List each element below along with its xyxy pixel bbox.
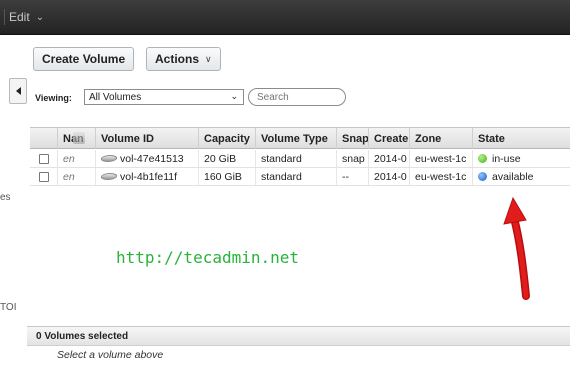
viewing-select-value: All Volumes	[89, 91, 142, 103]
volumes-console: { "topbar": { "edit_label": "Edit" }, "s…	[0, 0, 570, 365]
actions-label: Actions	[155, 52, 200, 66]
table-row[interactable]: en vol-4b1fe11f 160 GiB standard -- 2014…	[30, 168, 570, 186]
sidebar-item-fragment[interactable]: TOI	[0, 302, 16, 313]
column-header-volume-id[interactable]: Volume ID	[96, 128, 199, 149]
name-cell: en	[58, 150, 96, 167]
column-header-volume-type[interactable]: Volume Type	[256, 128, 337, 149]
collapse-sidebar-button[interactable]	[9, 78, 27, 104]
column-header-state[interactable]: State	[473, 128, 570, 149]
filter-bar: Viewing: All Volumes ⌄	[27, 87, 570, 111]
create-volume-button[interactable]: Create Volume	[33, 47, 135, 71]
chevron-down-icon: ⌄	[230, 91, 238, 101]
actions-button[interactable]: Actions ∨	[146, 47, 221, 71]
edit-menu[interactable]: Edit ⌄	[9, 10, 44, 24]
zone-cell: eu-west-1c	[410, 168, 473, 185]
column-header-capacity[interactable]: Capacity	[199, 128, 256, 149]
sidebar-item-fragment[interactable]: es	[0, 192, 11, 203]
column-header-snapshot[interactable]: Snap	[337, 128, 369, 149]
capacity-cell: 160 GiB	[199, 168, 256, 185]
volume-id-text: vol-47e41513	[120, 152, 184, 165]
volume-id-cell: vol-4b1fe11f	[96, 168, 199, 185]
select-column-header	[30, 128, 58, 149]
viewing-label: Viewing:	[35, 93, 72, 103]
zone-cell: eu-west-1c	[410, 150, 473, 167]
row-select-cell	[30, 150, 58, 167]
red-arrow-annotation	[503, 196, 530, 300]
menu-divider	[4, 9, 5, 25]
triangle-left-icon	[15, 87, 21, 95]
search-input[interactable]	[248, 88, 346, 106]
state-cell: in-use	[473, 150, 570, 167]
selected-count-text: 0 Volumes selected	[36, 331, 129, 342]
volume-id-cell: vol-47e41513	[96, 150, 199, 167]
selection-status-bar: 0 Volumes selected	[27, 326, 570, 346]
in-use-status-icon	[478, 154, 487, 163]
volume-type-cell: standard	[256, 150, 337, 167]
capacity-cell: 20 GiB	[199, 150, 256, 167]
watermark-text: http://tecadmin.net	[116, 248, 300, 267]
volume-id-text: vol-4b1fe11f	[120, 170, 178, 183]
volume-icon	[99, 155, 119, 162]
top-navigation-bar: Edit ⌄	[0, 0, 570, 35]
select-volume-hint: Select a volume above	[57, 349, 164, 361]
table-row[interactable]: en vol-47e41513 20 GiB standard snap 201…	[30, 150, 570, 168]
column-header-created[interactable]: Create	[369, 128, 410, 149]
created-cell: 2014-0	[369, 150, 410, 167]
chevron-down-icon: ∨	[205, 53, 212, 64]
volume-icon	[99, 173, 119, 180]
row-checkbox[interactable]	[38, 153, 49, 164]
volume-type-cell: standard	[256, 168, 337, 185]
table-header-row: Nan Volume ID Capacity Volume Type Snap …	[30, 127, 570, 149]
snapshot-cell: --	[337, 168, 369, 185]
created-cell: 2014-0	[369, 168, 410, 185]
toolbar: Create Volume Actions ∨	[27, 35, 570, 80]
snapshot-cell: snap	[337, 150, 369, 167]
row-checkbox[interactable]	[38, 171, 49, 182]
name-cell: en	[58, 168, 96, 185]
state-cell: available	[473, 168, 570, 185]
viewing-select[interactable]: All Volumes ⌄	[84, 89, 244, 105]
row-select-cell	[30, 168, 58, 185]
state-text: available	[492, 170, 534, 183]
column-header-name[interactable]: Nan	[58, 128, 96, 149]
volumes-panel: Create Volume Actions ∨ Viewing: All Vol…	[27, 35, 570, 365]
sort-icon	[73, 132, 85, 144]
state-text: in-use	[492, 152, 521, 165]
column-header-zone[interactable]: Zone	[410, 128, 473, 149]
chevron-down-icon: ⌄	[35, 11, 45, 23]
available-status-icon	[478, 172, 487, 181]
edit-menu-label: Edit	[9, 10, 30, 24]
